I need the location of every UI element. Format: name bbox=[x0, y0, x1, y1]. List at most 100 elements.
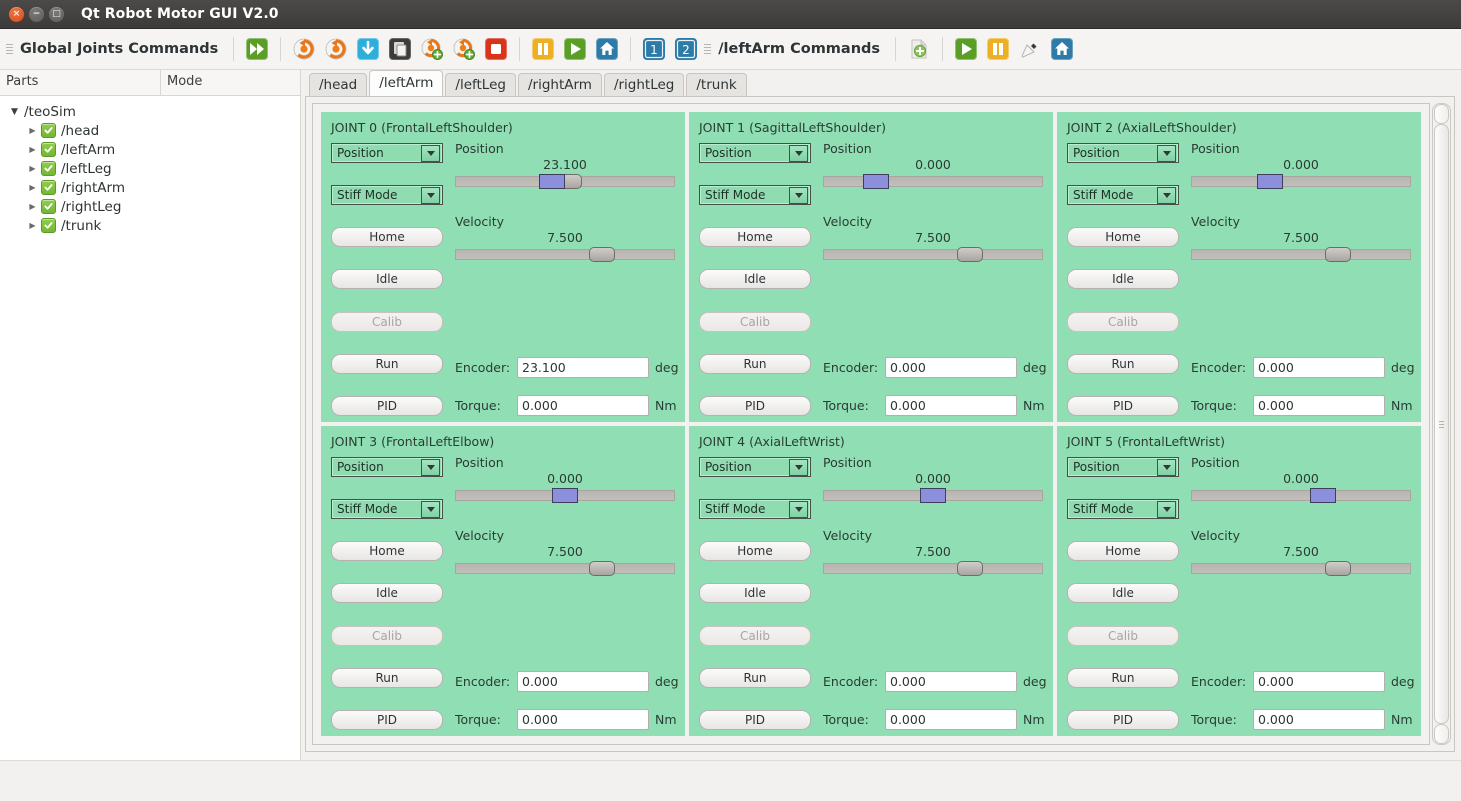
idle-button[interactable]: Idle bbox=[699, 583, 811, 604]
tab-leftArm[interactable]: /leftArm bbox=[369, 70, 444, 96]
run-button[interactable]: Run bbox=[699, 667, 811, 688]
stop-all-icon[interactable] bbox=[483, 36, 509, 62]
velocity-slider-track[interactable] bbox=[823, 249, 1043, 260]
calib-button[interactable]: Calib bbox=[1067, 311, 1179, 332]
velocity-slider-handle[interactable] bbox=[1325, 247, 1352, 262]
position-slider-handle[interactable] bbox=[1257, 174, 1284, 189]
tree-item-leftArm[interactable]: ▶ /leftArm bbox=[0, 140, 300, 159]
position-slider-handle[interactable] bbox=[552, 488, 578, 503]
stiffness-mode-select[interactable]: Stiff Mode bbox=[1067, 499, 1179, 520]
encoder-input[interactable]: 0.000 bbox=[1253, 670, 1385, 692]
chevron-down-icon[interactable] bbox=[789, 500, 808, 518]
scrollbar-thumb[interactable] bbox=[1434, 124, 1449, 724]
torque-input[interactable]: 0.000 bbox=[517, 394, 649, 416]
velocity-slider-track[interactable] bbox=[823, 563, 1043, 574]
position-slider[interactable] bbox=[823, 488, 1043, 503]
vertical-scrollbar[interactable] bbox=[1432, 103, 1451, 745]
chevron-down-icon[interactable] bbox=[789, 186, 808, 204]
position-slider-handle[interactable] bbox=[920, 488, 946, 503]
position-slider-handle[interactable] bbox=[862, 174, 889, 189]
position-slider-track[interactable] bbox=[823, 176, 1043, 187]
position-slider[interactable] bbox=[455, 488, 675, 503]
position-slider[interactable] bbox=[455, 174, 675, 189]
stiffness-mode-select[interactable]: Stiff Mode bbox=[699, 499, 811, 520]
calib-button[interactable]: Calib bbox=[331, 311, 443, 332]
tab-rightLeg[interactable]: /rightLeg bbox=[603, 73, 685, 96]
home-all-icon-2[interactable] bbox=[323, 36, 349, 62]
chevron-down-icon[interactable] bbox=[421, 458, 440, 476]
calib-button[interactable]: Calib bbox=[331, 625, 443, 646]
chevron-right-icon[interactable]: ▶ bbox=[26, 181, 39, 194]
pid-button[interactable]: PID bbox=[699, 709, 811, 730]
velocity-slider[interactable] bbox=[455, 561, 675, 576]
pid-button[interactable]: PID bbox=[1067, 709, 1179, 730]
stiffness-mode-select[interactable]: Stiff Mode bbox=[331, 185, 443, 206]
part-checkbox[interactable] bbox=[41, 199, 56, 214]
home-button[interactable]: Home bbox=[1067, 541, 1179, 562]
velocity-slider-track[interactable] bbox=[1191, 249, 1411, 260]
chevron-right-icon[interactable]: ▶ bbox=[26, 200, 39, 213]
home-part-icon[interactable] bbox=[1049, 36, 1075, 62]
idle-all-icon[interactable] bbox=[355, 36, 381, 62]
velocity-slider[interactable] bbox=[455, 247, 675, 262]
chevron-down-icon[interactable] bbox=[789, 458, 808, 476]
stiffness-mode-select[interactable]: Stiff Mode bbox=[331, 499, 443, 520]
home-button[interactable]: Home bbox=[699, 541, 811, 562]
part-checkbox[interactable] bbox=[41, 218, 56, 233]
tree-item-head[interactable]: ▶ /head bbox=[0, 121, 300, 140]
chevron-down-icon[interactable]: ▼ bbox=[8, 105, 21, 118]
velocity-slider[interactable] bbox=[1191, 561, 1411, 576]
chevron-down-icon[interactable] bbox=[421, 144, 440, 162]
tab-head[interactable]: /head bbox=[309, 73, 368, 96]
chevron-right-icon[interactable]: ▶ bbox=[26, 162, 39, 175]
run-button[interactable]: Run bbox=[1067, 353, 1179, 374]
torque-input[interactable]: 0.000 bbox=[885, 394, 1017, 416]
position-slider[interactable] bbox=[1191, 488, 1411, 503]
part-checkbox[interactable] bbox=[41, 123, 56, 138]
part-checkbox[interactable] bbox=[41, 142, 56, 157]
stiffness-mode-select[interactable]: Stiff Mode bbox=[699, 185, 811, 206]
tree-column-parts[interactable]: Parts bbox=[0, 70, 161, 95]
tree-column-mode[interactable]: Mode bbox=[161, 70, 202, 95]
home-all-icon-1[interactable] bbox=[291, 36, 317, 62]
chevron-down-icon[interactable] bbox=[1157, 500, 1176, 518]
pid-button[interactable]: PID bbox=[331, 395, 443, 416]
toolbar-grip-global[interactable] bbox=[6, 38, 15, 60]
tree-item-rightLeg[interactable]: ▶ /rightLeg bbox=[0, 197, 300, 216]
chevron-down-icon[interactable] bbox=[421, 500, 440, 518]
control-mode-select[interactable]: Position bbox=[699, 457, 811, 477]
torque-input[interactable]: 0.000 bbox=[885, 708, 1017, 730]
velocity-slider[interactable] bbox=[823, 561, 1043, 576]
position-slider-track[interactable] bbox=[1191, 176, 1411, 187]
maximize-icon[interactable]: □ bbox=[49, 6, 64, 22]
calib-all-icon-2[interactable] bbox=[451, 36, 477, 62]
toolbar-grip-part[interactable] bbox=[704, 38, 713, 60]
velocity-slider-handle[interactable] bbox=[957, 561, 984, 576]
close-icon[interactable]: × bbox=[9, 6, 24, 22]
part-checkbox[interactable] bbox=[41, 161, 56, 176]
torque-input[interactable]: 0.000 bbox=[517, 708, 649, 730]
calib-button[interactable]: Calib bbox=[1067, 625, 1179, 646]
pid-button[interactable]: PID bbox=[1067, 395, 1179, 416]
seq-1-button[interactable]: 1 bbox=[641, 36, 667, 62]
control-mode-select[interactable]: Position bbox=[699, 143, 811, 163]
home-icon[interactable] bbox=[594, 36, 620, 62]
pid-button[interactable]: PID bbox=[699, 395, 811, 416]
encoder-input[interactable]: 0.000 bbox=[1253, 356, 1385, 378]
copy-all-icon[interactable] bbox=[387, 36, 413, 62]
chevron-down-icon[interactable] bbox=[1157, 186, 1176, 204]
velocity-slider-handle[interactable] bbox=[1325, 561, 1352, 576]
scrollbar-up-button[interactable] bbox=[1434, 104, 1449, 124]
tab-leftLeg[interactable]: /leftLeg bbox=[445, 73, 516, 96]
play-all-icon[interactable] bbox=[562, 36, 588, 62]
calib-all-icon-1[interactable] bbox=[419, 36, 445, 62]
position-slider-handle[interactable] bbox=[1310, 488, 1336, 503]
run-button[interactable]: Run bbox=[699, 353, 811, 374]
calib-button[interactable]: Calib bbox=[699, 625, 811, 646]
tab-trunk[interactable]: /trunk bbox=[686, 73, 747, 96]
idle-button[interactable]: Idle bbox=[1067, 269, 1179, 290]
run-all-icon[interactable] bbox=[244, 36, 270, 62]
scrollbar-down-button[interactable] bbox=[1434, 724, 1449, 744]
chevron-down-icon[interactable] bbox=[1157, 144, 1176, 162]
velocity-slider[interactable] bbox=[823, 247, 1043, 262]
